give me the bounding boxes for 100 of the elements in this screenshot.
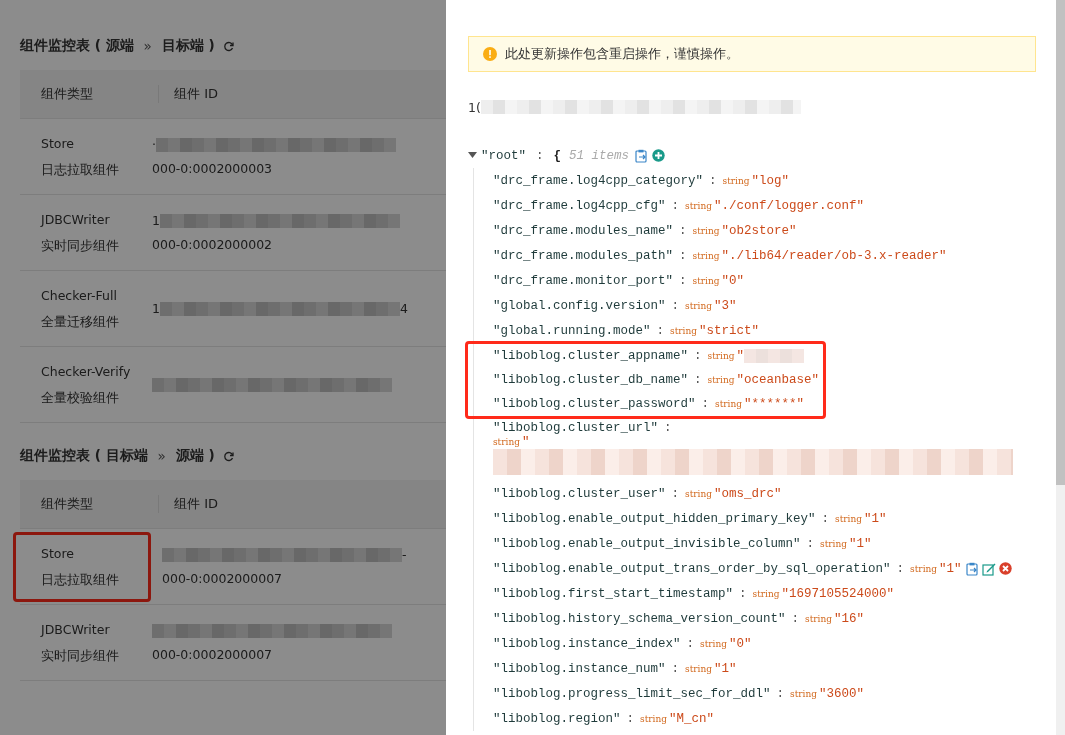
- add-icon[interactable]: [652, 149, 666, 162]
- json-key: "liboblog.enable_output_hidden_primary_key": [493, 511, 816, 526]
- colon: :: [679, 248, 687, 263]
- json-key: "liboblog.history_schema_version_count": [493, 611, 786, 626]
- section-title: 源端 ): [175, 447, 215, 465]
- json-value: "******": [744, 397, 805, 411]
- colon: :: [806, 536, 815, 551]
- json-value: "1": [849, 536, 872, 551]
- chevron-separator: »: [156, 448, 167, 464]
- column-header: 组件 ID: [173, 495, 218, 513]
- json-key: "liboblog.enable_output_trans_order_by_sql_operation": [493, 561, 891, 576]
- table-cell: 4: [399, 301, 408, 316]
- json-value: "oms_drc": [714, 486, 782, 501]
- json-value: "0": [729, 636, 752, 651]
- json-value: "oceanbase": [736, 373, 820, 387]
- copy-icon[interactable]: [635, 148, 649, 163]
- scrollbar[interactable]: [1056, 0, 1065, 735]
- chevron-separator: »: [142, 38, 153, 54]
- json-key: "liboblog.cluster_user": [493, 486, 666, 501]
- brace: {: [553, 148, 562, 163]
- json-value: "1": [714, 661, 737, 676]
- json-value: "log": [751, 173, 790, 188]
- table-cell-text: Store: [41, 134, 76, 153]
- table-cell-text: Checker-Full: [41, 286, 118, 305]
- json-key: "liboblog.cluster_password": [493, 397, 696, 411]
- json-value: "./lib64/reader/ob-3.x-reader": [721, 248, 947, 263]
- refresh-icon[interactable]: [222, 450, 234, 462]
- colon: :: [671, 661, 680, 676]
- json-value: "1697105524000": [781, 586, 895, 601]
- table-cell-text: Store: [41, 544, 76, 563]
- section-title: 目标端 ): [161, 37, 215, 55]
- table-cell: 1: [152, 301, 160, 316]
- colon: :: [536, 148, 544, 163]
- json-key: "liboblog.cluster_url": [493, 421, 659, 435]
- json-key: "liboblog.cluster_db_name": [493, 373, 689, 387]
- json-value: "ob2store": [721, 223, 797, 238]
- json-value: "0": [721, 273, 745, 288]
- json-key: "global.config.version": [493, 298, 666, 313]
- table-cell-text: JDBCWriter: [41, 210, 111, 229]
- collapse-caret-icon[interactable]: [468, 152, 477, 159]
- remove-icon[interactable]: [998, 562, 1012, 575]
- json-key: "drc_frame.log4cpp_category": [493, 173, 704, 188]
- column-header: 组件 ID: [173, 85, 218, 103]
- edit-icon[interactable]: [981, 561, 996, 576]
- type-label: string: [707, 351, 735, 361]
- type-label: string: [707, 375, 735, 385]
- table-cell: 1: [152, 213, 160, 228]
- type-label: string: [692, 225, 720, 236]
- json-value: "M_cn": [669, 711, 715, 726]
- table-cell-text: 实时同步组件: [41, 236, 120, 255]
- table-cell: 000-0:0002000007: [152, 647, 273, 662]
- json-value: "./conf/logger.conf": [714, 198, 865, 213]
- table-cell: 000-0:0002000003: [152, 161, 273, 176]
- colon: :: [679, 223, 687, 238]
- table-cell-text: 实时同步组件: [41, 646, 120, 665]
- table-cell-text: JDBCWriter: [41, 620, 111, 639]
- colon: :: [694, 373, 702, 387]
- scrollbar-thumb[interactable]: [1056, 0, 1065, 485]
- type-label: string: [910, 563, 938, 574]
- redacted-block: [744, 349, 805, 363]
- table-cell: -: [402, 547, 407, 562]
- type-label: string: [685, 663, 713, 674]
- table-cell-text: 全量迁移组件: [41, 312, 120, 331]
- type-label: string: [670, 325, 698, 336]
- column-header: 组件类型: [20, 85, 159, 103]
- json-key: "drc_frame.log4cpp_cfg": [493, 198, 666, 213]
- colon: :: [791, 611, 800, 626]
- type-label: string: [805, 613, 833, 624]
- table-cell-text: Checker-Verify: [41, 362, 132, 381]
- colon: :: [776, 686, 785, 701]
- json-value: "1": [939, 561, 962, 576]
- table-cell: ·: [152, 137, 156, 152]
- table-cell-text: 日志拉取组件: [41, 160, 120, 179]
- json-value: ": [522, 435, 530, 449]
- type-label: string: [715, 399, 743, 409]
- json-key: "liboblog.instance_index": [493, 636, 681, 651]
- type-label: string: [692, 250, 720, 261]
- type-label: string: [692, 275, 720, 286]
- section-title: 组件监控表 ( 目标端: [20, 447, 148, 465]
- json-key: "drc_frame.modules_path": [493, 248, 674, 263]
- section-title: 组件监控表 ( 源端: [20, 37, 134, 55]
- json-key: "liboblog.enable_output_invisible_column": [493, 536, 801, 551]
- colon: :: [626, 711, 635, 726]
- type-label: string: [685, 200, 713, 211]
- colon: :: [679, 273, 687, 288]
- copy-icon[interactable]: [965, 561, 979, 576]
- json-key: "liboblog.instance_num": [493, 661, 666, 676]
- json-key: "drc_frame.monitor_port": [493, 273, 674, 288]
- refresh-icon[interactable]: [222, 40, 234, 52]
- table-cell: 000-0:0002000007: [162, 571, 283, 586]
- column-header: 组件类型: [20, 495, 159, 513]
- type-label: string: [685, 488, 713, 499]
- colon: :: [694, 349, 702, 363]
- json-key: "root": [481, 148, 526, 163]
- json-key: "liboblog.progress_limit_sec_for_ddl": [493, 686, 771, 701]
- json-key: "liboblog.first_start_timestamp": [493, 586, 734, 601]
- json-value: "3": [714, 298, 737, 313]
- colon: :: [671, 198, 680, 213]
- json-value: "3600": [819, 686, 865, 701]
- colon: :: [686, 636, 695, 651]
